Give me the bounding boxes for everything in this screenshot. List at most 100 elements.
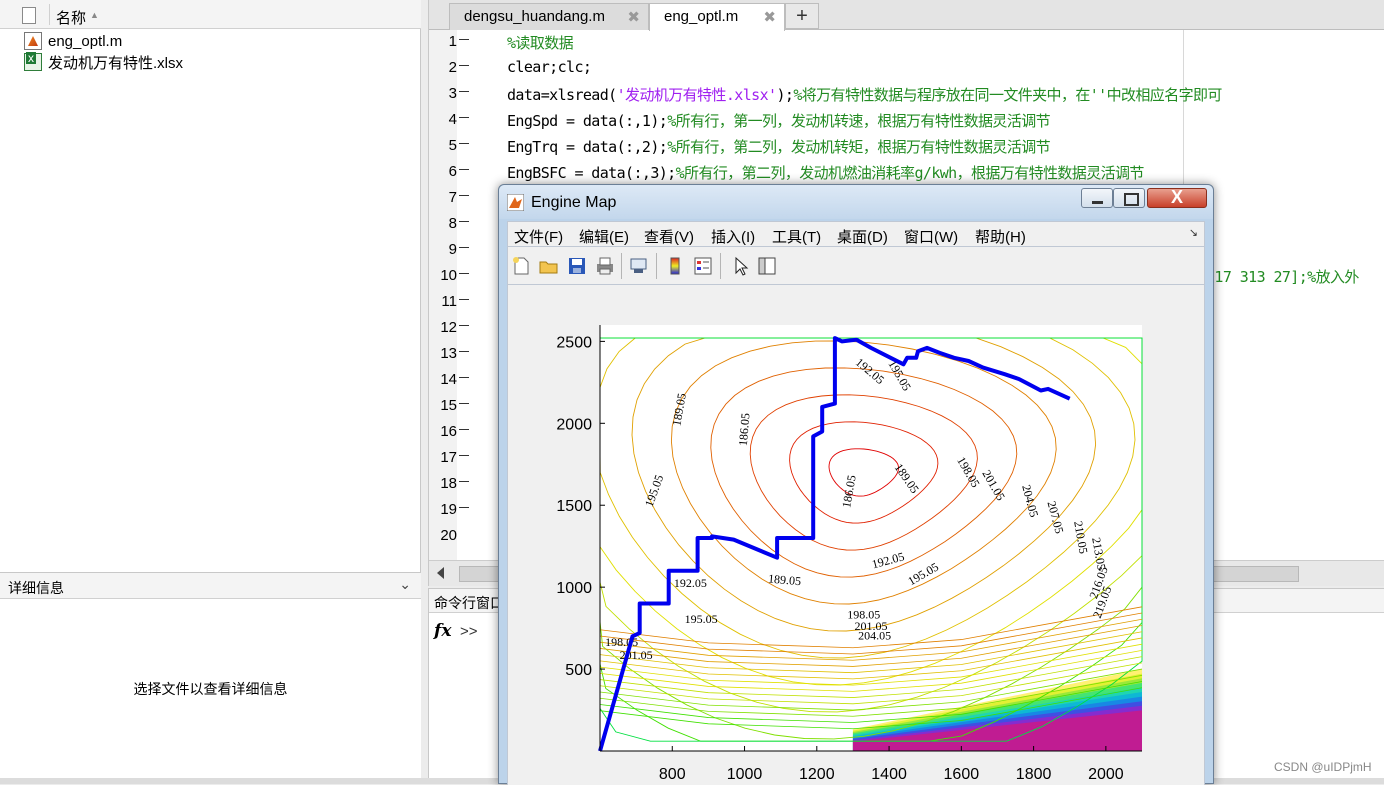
toolbar-separator [656,253,657,279]
x-tick-label: 2000 [1088,766,1124,783]
y-tick-label: 1500 [556,498,592,515]
line-number: 4 [448,111,457,128]
line-number: 8 [448,215,457,232]
x-tick-label: 800 [659,766,686,783]
close-window-button[interactable]: X [1147,187,1207,208]
menu-window[interactable]: 窗口(W) [904,226,958,247]
legend-icon[interactable] [692,255,714,277]
breakpoint-marker[interactable] [459,247,469,248]
link-icon[interactable] [628,255,650,277]
file-item-xlsx[interactable]: 发动机万有特性.xlsx [24,52,183,72]
line-number: 13 [440,345,457,362]
breakpoint-marker[interactable] [459,351,469,352]
code-line[interactable]: EngSpd = data(:,1);%所有行，第一列，发动机转速，根据万有特性… [507,110,1051,131]
menu-view[interactable]: 查看(V) [644,226,694,247]
line-number: 6 [448,163,457,180]
line-number: 14 [440,371,457,388]
new-figure-icon[interactable] [510,255,532,277]
dock-arrow-icon[interactable]: ↘ [1189,226,1198,239]
breakpoint-marker[interactable] [459,273,469,274]
figure-title: Engine Map [531,194,617,211]
figure-window[interactable]: Engine Map X 文件(F) 编辑(E) 查看(V) 插入(I) 工具(… [498,184,1214,785]
file-name: 发动机万有特性.xlsx [48,54,184,72]
code-token: EngSpd = data(:,1); [507,112,668,130]
x-tick-label: 1800 [1016,766,1052,783]
code-token: %将万有特性数据与程序放在同一文件夹中，在''中改相应名字即可 [793,86,1222,104]
contour-label: 189.05 [768,571,802,588]
code-line[interactable]: EngBSFC = data(:,3);%所有行，第二列，发动机燃油消耗率g/k… [507,162,1144,183]
figure-canvas[interactable]: 189.05 186.05 195.05 192.05 195.05 189.05 186.… [507,285,1205,785]
figure-menu-bar: 文件(F) 编辑(E) 查看(V) 插入(I) 工具(T) 桌面(D) 窗口(W… [507,221,1205,247]
breakpoint-marker[interactable] [459,377,469,378]
chevron-down-icon[interactable]: ⌄ [399,576,411,593]
colorbar-icon[interactable] [664,255,686,277]
property-editor-icon[interactable] [756,255,778,277]
breakpoint-marker[interactable] [459,65,469,66]
menu-file[interactable]: 文件(F) [514,226,563,247]
code-token: %所有行，第二列，发动机转矩，根据万有特性数据灵活调节 [667,138,1051,156]
column-separator [49,4,50,25]
breakpoint-marker[interactable] [459,325,469,326]
scroll-left-icon[interactable] [437,567,444,579]
breakpoint-marker[interactable] [459,143,469,144]
open-file-icon[interactable] [538,255,560,277]
pointer-icon[interactable] [730,255,752,277]
close-icon[interactable]: ✖ [763,8,776,26]
breakpoint-marker[interactable] [459,455,469,456]
x-tick-label: 1200 [799,766,835,783]
breakpoint-marker[interactable] [459,507,469,508]
breakpoint-marker[interactable] [459,429,469,430]
file-browser: 名称 ▲ eng_optl.m 发动机万有特性.xlsx 详细信息 ⌄ 选择文件… [0,0,421,778]
breakpoint-marker[interactable] [459,221,469,222]
watermark: CSDN @uIDPjmH [1274,760,1372,774]
command-prompt[interactable]: >> [460,623,478,640]
breakpoint-marker[interactable] [459,403,469,404]
details-header[interactable]: 详细信息 ⌄ [0,573,421,599]
function-browser-icon[interactable]: fx [434,621,451,641]
line-number: 3 [448,85,457,102]
code-line[interactable]: 017 313 27];%放入外 [1206,266,1359,287]
menu-desktop[interactable]: 桌面(D) [837,226,888,247]
print-icon[interactable] [594,255,616,277]
minimize-button[interactable] [1081,188,1113,208]
line-number: 2 [448,59,457,76]
line-number: 5 [448,137,457,154]
code-token: clear;clc; [507,58,592,76]
close-icon[interactable]: ✖ [627,8,640,26]
breakpoint-marker[interactable] [459,39,469,40]
breakpoint-marker[interactable] [459,481,469,482]
tab-eng-optl[interactable]: eng_optl.m ✖ [649,3,785,31]
save-icon[interactable] [566,255,588,277]
code-line[interactable]: clear;clc; [507,58,592,76]
tab-dengsu-huandang[interactable]: dengsu_huandang.m ✖ [449,3,649,30]
line-number: 7 [448,189,457,206]
figure-title-bar[interactable]: Engine Map X [499,185,1213,219]
add-tab-button[interactable]: + [785,3,819,29]
engine-map-chart[interactable]: 189.05186.05195.05192.05195.05189.05186.… [508,285,1206,785]
menu-tools[interactable]: 工具(T) [772,226,821,247]
line-number: 9 [448,241,457,258]
breakpoint-marker[interactable] [459,169,469,170]
matlab-file-icon [24,32,42,50]
code-line[interactable]: data=xlsread('发动机万有特性.xlsx');%将万有特性数据与程序… [507,84,1222,105]
code-token: 017 313 27];%放入外 [1206,268,1359,286]
contour-label: 186.05 [736,412,753,446]
menu-edit[interactable]: 编辑(E) [579,226,629,247]
file-item-eng-optl[interactable]: eng_optl.m [24,31,122,51]
line-number: 19 [440,501,457,518]
name-column-label[interactable]: 名称 [56,7,86,28]
code-line[interactable]: EngTrq = data(:,2);%所有行，第二列，发动机转矩，根据万有特性… [507,136,1051,157]
line-number: 10 [440,267,457,284]
y-tick-label: 2000 [556,416,592,433]
breakpoint-marker[interactable] [459,117,469,118]
code-token: EngBSFC = data(:,3); [507,164,676,182]
file-list-header[interactable]: 名称 ▲ [0,0,421,29]
breakpoint-marker[interactable] [459,299,469,300]
maximize-button[interactable] [1113,188,1145,208]
menu-help[interactable]: 帮助(H) [975,226,1026,247]
breakpoint-marker[interactable] [459,91,469,92]
code-line[interactable]: %读取数据 [507,32,574,53]
menu-insert[interactable]: 插入(I) [711,226,755,247]
code-token: '发动机万有特性.xlsx' [616,86,777,104]
breakpoint-marker[interactable] [459,195,469,196]
